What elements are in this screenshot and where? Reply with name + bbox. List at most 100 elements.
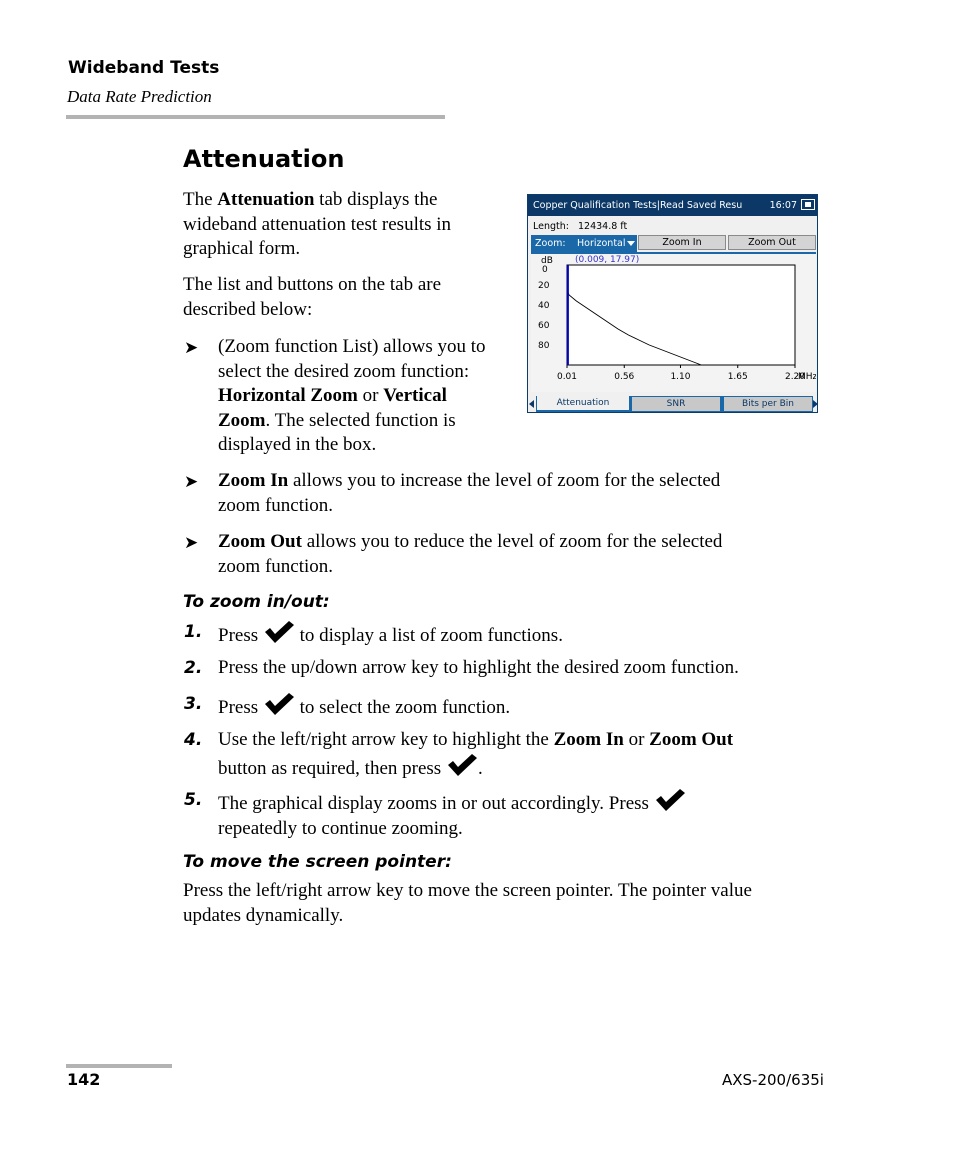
text: or: [357, 385, 384, 406]
step-number: 3.: [184, 694, 203, 714]
length-value: 12434.8 ft: [578, 221, 628, 232]
text: (Zoom function List) allows you to: [218, 336, 486, 357]
step-number: 4.: [184, 730, 203, 750]
y-tick-label: 20: [538, 281, 550, 291]
tab-snr[interactable]: SNR: [629, 396, 721, 412]
bold-term: Zoom Out: [218, 531, 302, 552]
step-number: 2.: [184, 658, 203, 678]
section-subtitle: Data Rate Prediction: [67, 87, 212, 106]
section-title: Attenuation: [183, 145, 345, 173]
device-title: Copper Qualification Tests|Read Saved Re…: [533, 200, 743, 211]
zoom-label: Zoom:: [535, 238, 566, 249]
pointer-readout: (0.009, 17.97): [575, 255, 639, 265]
text: .: [477, 757, 483, 779]
bullet-arrow-icon: ➤: [184, 472, 199, 491]
step-number: 1.: [184, 622, 203, 642]
text: . The selected function is: [265, 409, 456, 431]
zoom-function-select[interactable]: Zoom: Horizontal: [531, 235, 637, 252]
text: graphical form.: [183, 238, 301, 259]
page-number: 142: [67, 1070, 101, 1089]
text: allows you to reduce the level of zoom f…: [301, 531, 723, 552]
step-4: 4. Use the left/right arrow key to highl…: [184, 728, 818, 781]
text: to display a list of zoom functions.: [294, 625, 563, 646]
text: to select the zoom function.: [294, 697, 511, 718]
x-tick-label: 1.65: [728, 372, 748, 382]
text: The: [183, 189, 218, 210]
footer-divider: [66, 1064, 172, 1068]
bold-term: Zoom: [218, 409, 266, 431]
text: updates dynamically.: [183, 904, 344, 926]
text: button as required, then press: [218, 757, 446, 779]
procedure-title: To zoom in/out:: [183, 592, 330, 612]
device-screenshot: Copper Qualification Tests|Read Saved Re…: [527, 194, 818, 413]
bullet-zoom-out: ➤ Zoom Out allows you to reduce the leve…: [184, 530, 818, 579]
chevron-down-icon: [627, 241, 635, 246]
zoom-value: Horizontal: [577, 238, 626, 249]
text: select the desired zoom function:: [218, 360, 470, 382]
arrow-right-icon: [813, 400, 817, 408]
text: allows you to increase the level of zoom…: [288, 470, 721, 491]
text: The list and buttons on the tab are: [183, 274, 442, 295]
tab-scroll-left[interactable]: [528, 396, 537, 412]
plot-area: [566, 264, 796, 366]
pointer-paragraph: Press the left/right arrow key to move t…: [183, 879, 833, 928]
bullet-arrow-icon: ➤: [184, 533, 199, 552]
device-tab-bar: Attenuation SNR Bits per Bin: [528, 396, 817, 412]
checkmark-key-icon: [447, 753, 477, 776]
text: repeatedly to continue zooming.: [218, 817, 463, 839]
text: zoom function.: [218, 555, 334, 577]
zoom-in-button[interactable]: Zoom In: [638, 235, 726, 250]
device-clock: 16:07: [769, 200, 797, 211]
bold-term: Zoom In: [553, 729, 624, 750]
text: or: [623, 729, 650, 750]
chart-panel: dB 0 20 40 60 80 0.01 0.56 1.10 1.65 2.20 MHz (0.009…: [531, 252, 816, 392]
step-number: 5.: [184, 790, 203, 810]
text: Press the up/down arrow key to highlight…: [218, 657, 739, 678]
text: tab displays the: [314, 189, 438, 210]
chapter-title: Wideband Tests: [68, 58, 220, 78]
text: zoom function.: [218, 494, 334, 516]
text: described below:: [183, 298, 313, 320]
y-tick-label: 60: [538, 321, 550, 331]
x-tick-label: 0.01: [557, 372, 577, 382]
step-3: 3. Press to select the zoom function.: [184, 692, 818, 721]
x-tick-label: 0.56: [614, 372, 634, 382]
step-2: 2. Press the up/down arrow key to highli…: [184, 656, 838, 681]
bold-term: Zoom In: [218, 470, 289, 491]
arrow-left-icon: [529, 400, 534, 408]
checkmark-key-icon: [264, 693, 294, 715]
bold-term: Attenuation: [217, 189, 315, 210]
checkmark-key-icon: [655, 789, 685, 811]
header-divider: [66, 115, 445, 119]
tab-scroll-right[interactable]: [813, 396, 817, 412]
product-model: AXS-200/635i: [722, 1071, 824, 1089]
bullet-zoom-list: ➤ (Zoom function List) allows you to sel…: [184, 335, 518, 458]
intro-paragraph: The Attenuation tab displays the wideban…: [183, 188, 513, 262]
bullet-arrow-icon: ➤: [184, 338, 199, 357]
text: The graphical display zooms in or out ac…: [218, 793, 654, 814]
text: Press: [218, 625, 263, 646]
bold-term: Vertical: [383, 385, 447, 406]
step-1: 1. Press to display a list of zoom funct…: [184, 620, 818, 649]
text: displayed in the box.: [218, 434, 377, 455]
attenuation-chart[interactable]: dB0204060800.01 0.56 1.10 1.65 2.20MHz(0.009…: [531, 254, 816, 392]
intro-paragraph-2: The list and buttons on the tab are desc…: [183, 273, 513, 322]
bullet-zoom-in: ➤ Zoom In allows you to increase the lev…: [184, 469, 818, 518]
text: Use the left/right arrow key to highligh…: [218, 729, 554, 750]
bold-term: Zoom Out: [649, 729, 734, 750]
length-label: Length:: [533, 221, 569, 232]
y-tick-label: 0: [542, 265, 548, 275]
tab-attenuation[interactable]: Attenuation: [537, 396, 629, 412]
text: Press the left/right arrow key to move t…: [183, 880, 752, 901]
x-axis-unit: MHz: [798, 372, 816, 382]
procedure-title: To move the screen pointer:: [183, 852, 452, 872]
y-tick-label: 40: [538, 301, 550, 311]
y-tick-label: 80: [538, 341, 550, 351]
zoom-out-button[interactable]: Zoom Out: [728, 235, 816, 250]
x-tick-label: 1.10: [670, 372, 690, 382]
tab-bits-per-bin[interactable]: Bits per Bin: [721, 396, 813, 412]
device-titlebar: Copper Qualification Tests|Read Saved Re…: [528, 195, 817, 216]
text: Press: [218, 697, 263, 718]
text: wideband attenuation test results in: [183, 213, 452, 235]
bold-term: Horizontal Zoom: [218, 385, 358, 406]
